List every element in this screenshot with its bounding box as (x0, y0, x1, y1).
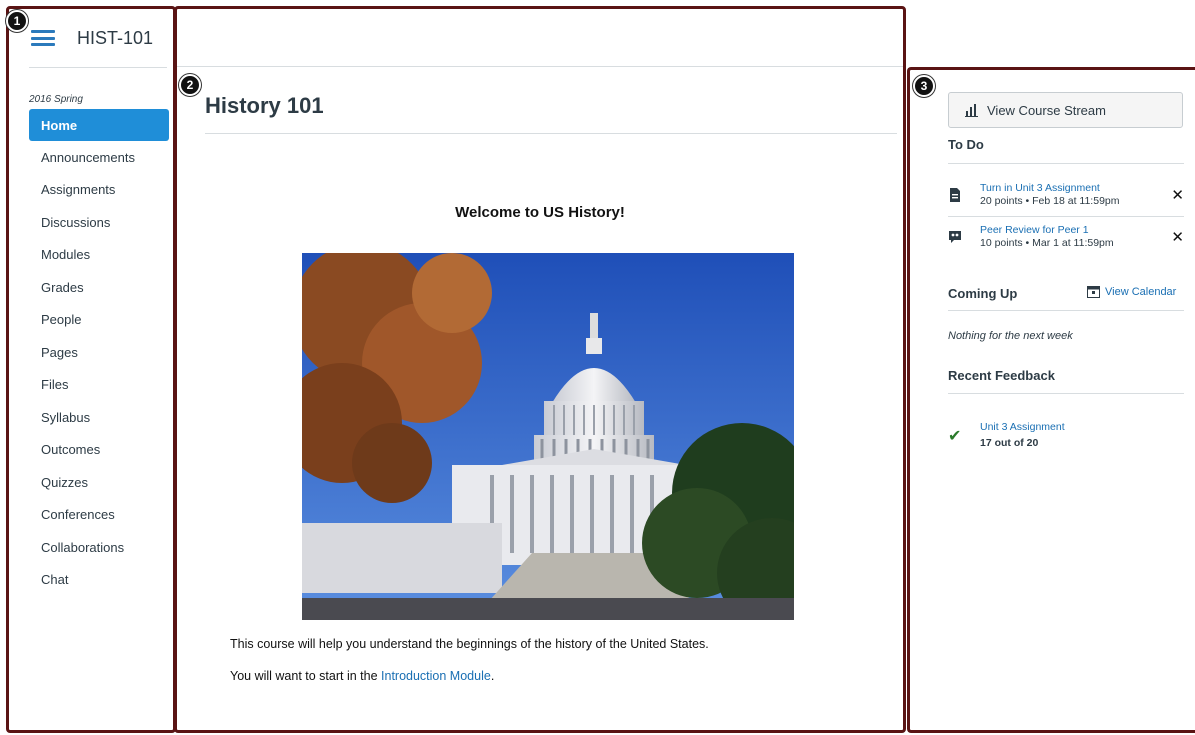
nav-item-collaborations[interactable]: Collaborations (29, 531, 169, 564)
dismiss-close-icon[interactable]: ✕ (1171, 228, 1184, 246)
feedback-divider (948, 393, 1184, 394)
nav-item-modules[interactable]: Modules (29, 239, 169, 272)
callout-1: 1 (6, 10, 28, 32)
title-divider (205, 133, 897, 134)
view-course-stream-label: View Course Stream (987, 102, 1106, 118)
coming-up-divider (948, 310, 1184, 311)
assignment-icon (950, 188, 960, 202)
nav-divider (29, 67, 167, 68)
todo-meta: 20 points • Feb 18 at 11:59pm (980, 195, 1120, 207)
nav-item-assignments[interactable]: Assignments (29, 174, 169, 207)
todo-divider (948, 163, 1184, 164)
hamburger-menu-icon[interactable] (31, 30, 55, 46)
main-topbar (177, 9, 903, 67)
nav-item-quizzes[interactable]: Quizzes (29, 466, 169, 499)
nav-header: HIST-101 (9, 9, 173, 67)
view-course-stream-button[interactable]: View Course Stream (948, 92, 1183, 128)
callout-3: 3 (913, 75, 935, 97)
welcome-heading: Welcome to US History! (455, 204, 625, 221)
nav-item-home[interactable]: Home (29, 109, 169, 141)
coming-up-heading: Coming Up (948, 286, 1018, 301)
course-navigation-panel: HIST-101 2016 Spring Home Announcements … (6, 6, 176, 733)
term-label: 2016 Spring (29, 94, 83, 105)
nav-item-grades[interactable]: Grades (29, 271, 169, 304)
start-instruction: You will want to start in the Introducti… (230, 669, 494, 683)
course-sidebar-panel: View Course Stream To Do Turn in Unit 3 … (907, 67, 1195, 733)
nav-item-people[interactable]: People (29, 304, 169, 337)
peer-review-icon (949, 231, 961, 243)
callout-2: 2 (179, 74, 201, 96)
todo-title[interactable]: Turn in Unit 3 Assignment (980, 182, 1100, 194)
nav-item-files[interactable]: Files (29, 369, 169, 402)
nav-item-syllabus[interactable]: Syllabus (29, 401, 169, 434)
todo-item: Turn in Unit 3 Assignment 20 points • Fe… (948, 182, 1184, 216)
view-calendar-label: View Calendar (1105, 285, 1177, 298)
introduction-module-link[interactable]: Introduction Module (381, 669, 491, 683)
calendar-icon (1087, 286, 1100, 298)
nav-item-announcements[interactable]: Announcements (29, 141, 169, 174)
nav-item-conferences[interactable]: Conferences (29, 499, 169, 532)
start-instruction-suffix: . (490, 669, 495, 683)
start-instruction-prefix: You will want to start in the (230, 669, 382, 683)
nav-item-discussions[interactable]: Discussions (29, 206, 169, 239)
nothing-upcoming-text: Nothing for the next week (948, 330, 1073, 342)
nav-item-pages[interactable]: Pages (29, 336, 169, 369)
todo-heading: To Do (948, 137, 984, 152)
main-content-panel: History 101 Welcome to US History! This … (174, 6, 906, 733)
page-title: History 101 (205, 93, 324, 118)
feedback-score: 17 out of 20 (980, 437, 1039, 449)
todo-item: Peer Review for Peer 1 10 points • Mar 1… (948, 224, 1184, 258)
course-code[interactable]: HIST-101 (77, 28, 153, 49)
nav-item-outcomes[interactable]: Outcomes (29, 434, 169, 467)
todo-meta: 10 points • Mar 1 at 11:59pm (980, 237, 1114, 249)
bar-chart-icon (965, 104, 978, 117)
course-description: This course will help you understand the… (230, 637, 709, 651)
view-calendar-link[interactable]: View Calendar (1087, 285, 1176, 298)
capitol-building-image (302, 253, 794, 620)
todo-title[interactable]: Peer Review for Peer 1 (980, 224, 1089, 236)
checkmark-icon: ✔ (948, 428, 962, 445)
dismiss-close-icon[interactable]: ✕ (1171, 186, 1184, 204)
feedback-title[interactable]: Unit 3 Assignment (980, 421, 1065, 433)
nav-item-chat[interactable]: Chat (29, 564, 169, 597)
course-nav-list: Home Announcements Assignments Discussio… (29, 109, 169, 596)
todo-item-divider (948, 216, 1184, 217)
recent-feedback-heading: Recent Feedback (948, 368, 1055, 383)
